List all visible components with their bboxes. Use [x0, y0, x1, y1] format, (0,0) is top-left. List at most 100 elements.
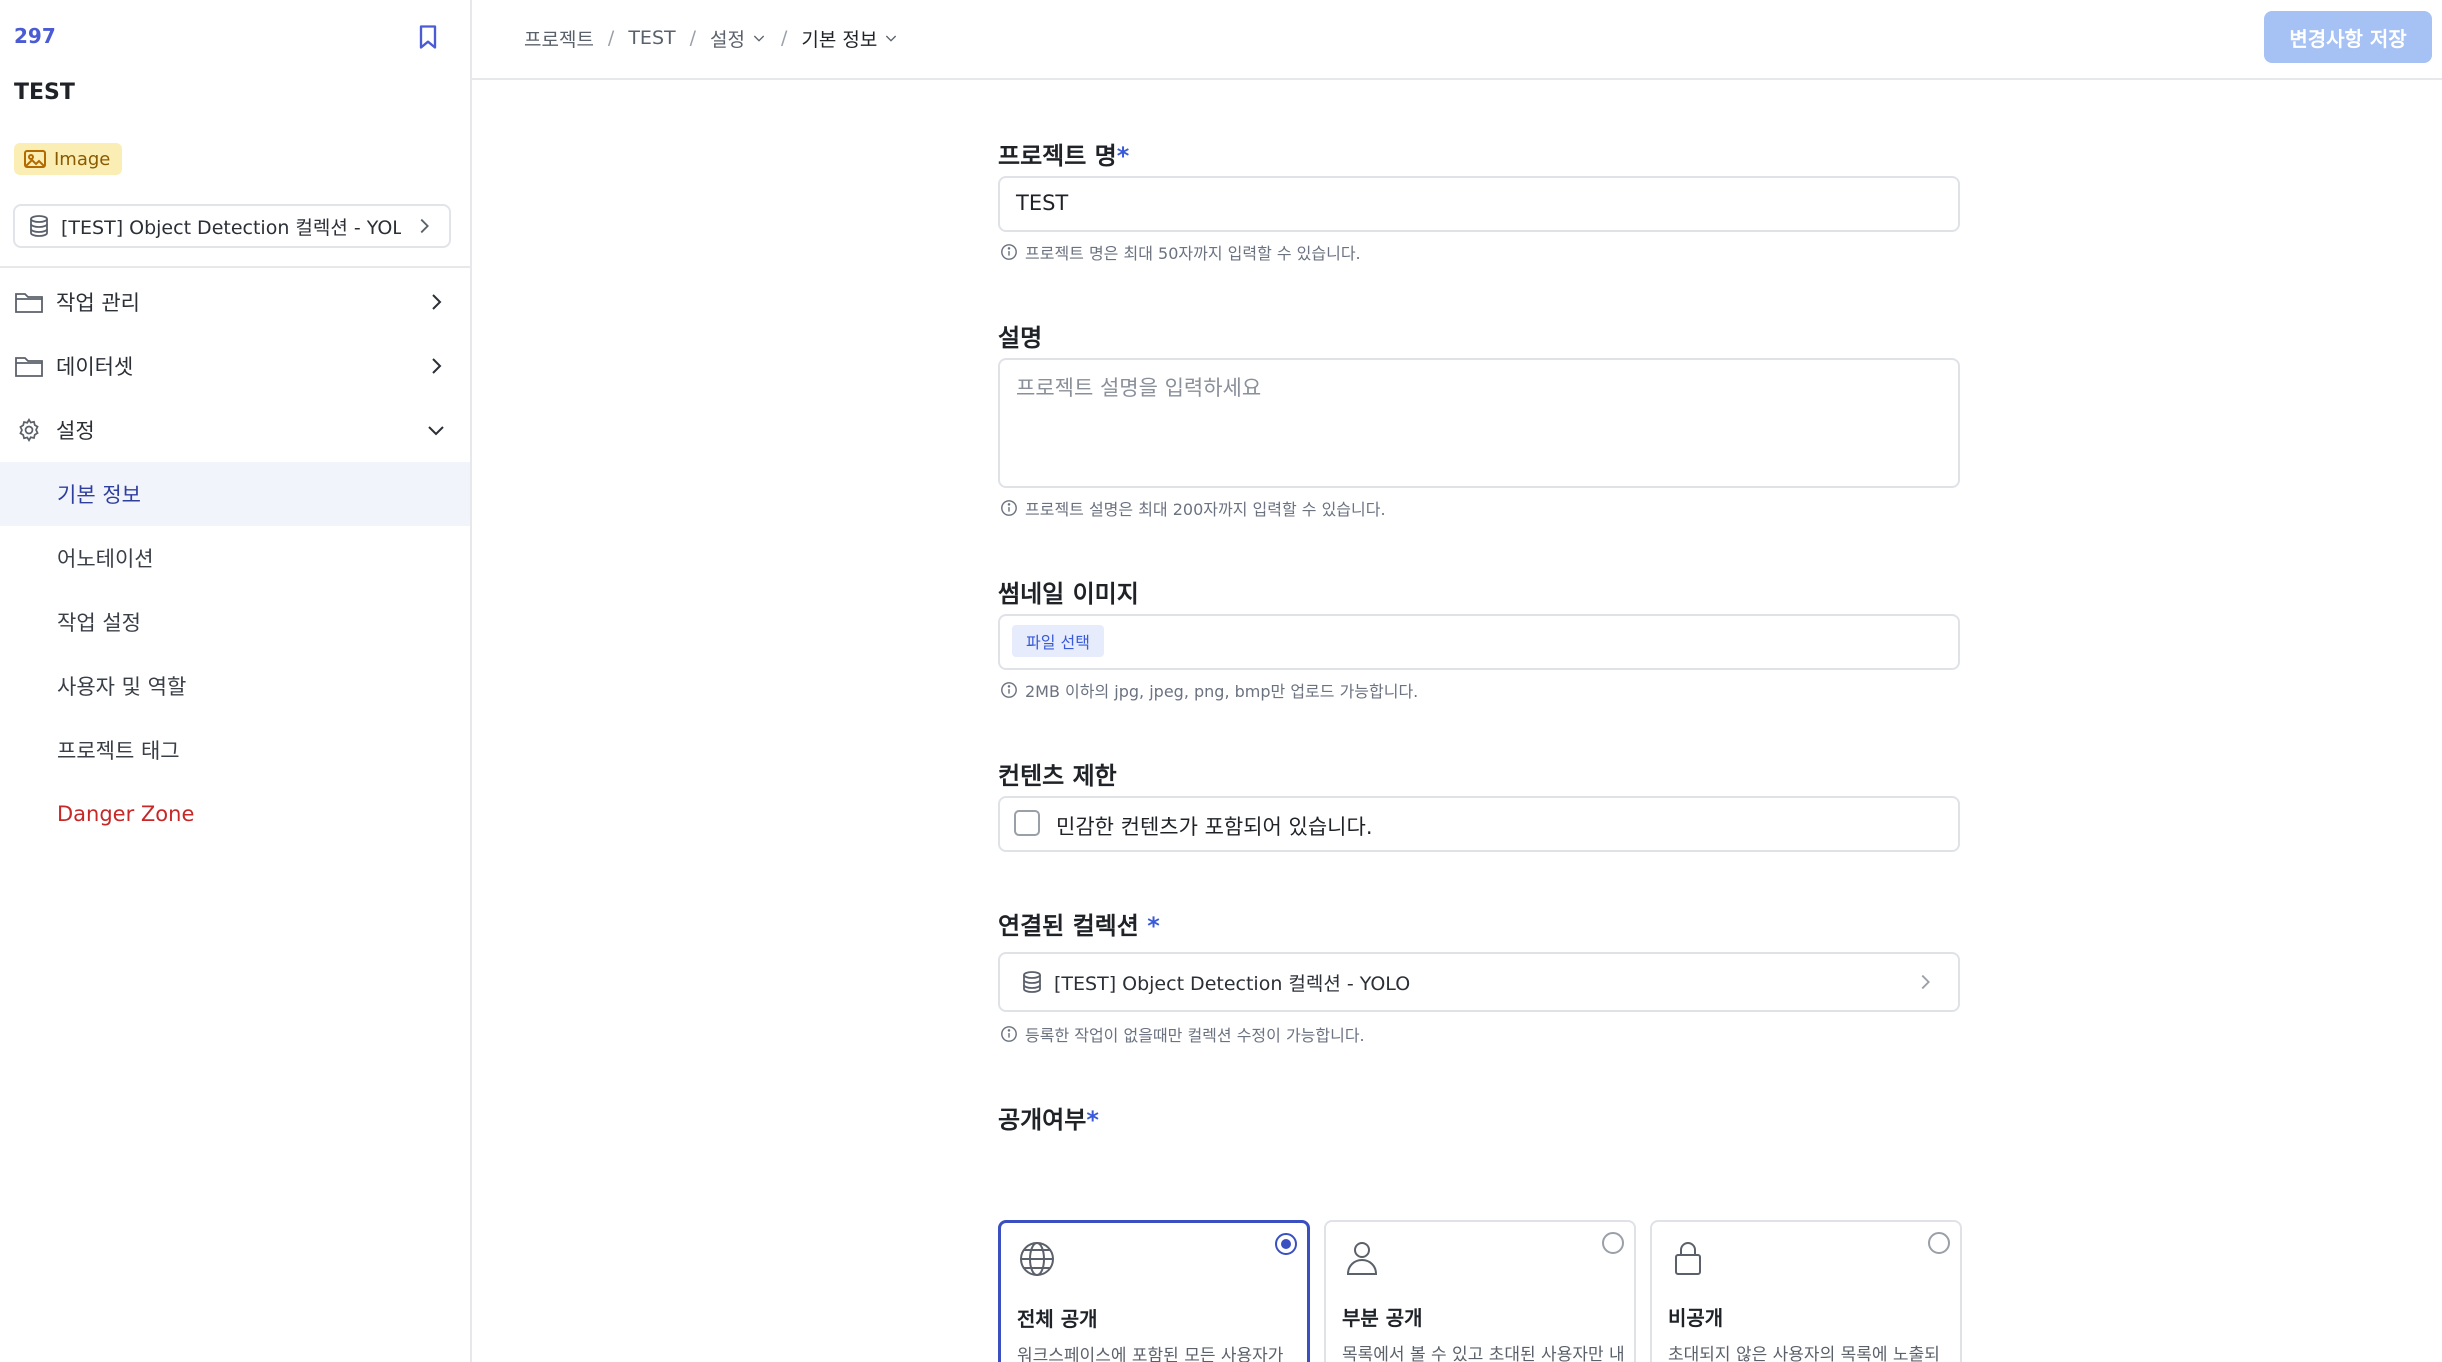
chevron-right-icon	[432, 294, 442, 310]
visibility-radio-private[interactable]	[1928, 1232, 1950, 1254]
breadcrumb-settings[interactable]: 설정	[710, 25, 767, 52]
linked-collection-hint: 등록한 작업이 없을때만 컬렉션 수정이 가능합니다.	[1000, 1022, 1365, 1046]
hint-text: 프로젝트 명은 최대 50자까지 입력할 수 있습니다.	[1025, 244, 1361, 263]
project-name-input[interactable]: TEST	[998, 176, 1960, 232]
visibility-label: 공개여부*	[998, 1100, 1099, 1135]
breadcrumb-basic-info[interactable]: 기본 정보	[801, 25, 899, 52]
sidebar-item-dataset[interactable]: 데이터셋	[0, 334, 470, 398]
visibility-option-private[interactable]: 비공개 초대되지 않은 사용자의 목록에 노출되지 않습니다.	[1650, 1220, 1962, 1362]
chevron-right-icon	[432, 358, 442, 374]
folder-icon	[15, 357, 43, 377]
chevron-down-icon	[886, 35, 897, 42]
image-icon	[24, 150, 46, 168]
database-icon	[1023, 971, 1041, 993]
visibility-option-partial[interactable]: 부분 공개 목록에서 볼 수 있고 초대된 사용자만 내용을 볼 수 있습니다.	[1324, 1220, 1636, 1362]
gear-icon	[19, 418, 39, 442]
sidebar-item-label: 설정	[56, 419, 95, 443]
sidebar-item-label: 작업 관리	[56, 291, 140, 315]
app-root: 297 TEST Image [TEST] Object Detection 컬…	[0, 0, 2442, 1362]
linked-collection-label-text: 연결된 컬렉션	[998, 912, 1139, 940]
sidebar-item-users-roles[interactable]: 사용자 및 역할	[0, 654, 470, 718]
required-mark: *	[1086, 1106, 1099, 1134]
lock-icon	[1675, 1242, 1701, 1275]
visibility-radio-partial[interactable]	[1602, 1232, 1624, 1254]
breadcrumb-label: 기본 정보	[801, 28, 878, 51]
breadcrumb-label: 설정	[710, 28, 745, 51]
visibility-option-public[interactable]: 전체 공개 워크스페이스에 포함된 모든 사용자가 내용을 볼 수 있습니다.	[998, 1220, 1310, 1362]
breadcrumb-project[interactable]: TEST	[628, 27, 675, 49]
breadcrumb-separator: /	[780, 27, 788, 49]
hint-text: 프로젝트 설명은 최대 200자까지 입력할 수 있습니다.	[1025, 500, 1386, 519]
sidebar-item-task-settings[interactable]: 작업 설정	[0, 590, 470, 654]
visibility-option-desc: 워크스페이스에 포함된 모든 사용자가 내용을 볼 수 있습니다.	[1017, 1346, 1284, 1362]
info-icon	[1001, 1026, 1017, 1042]
info-icon	[1001, 682, 1017, 698]
sidebar-item-task-management[interactable]: 작업 관리	[0, 270, 470, 334]
visibility-label-text: 공개여부	[998, 1106, 1087, 1134]
bookmark-icon[interactable]	[414, 22, 442, 52]
visibility-option-title: 부분 공개	[1342, 1306, 1423, 1330]
description-placeholder: 프로젝트 설명을 입력하세요	[1016, 376, 1262, 400]
project-name-label: 프로젝트 명*	[998, 136, 1129, 171]
sidebar-item-basic-info[interactable]: 기본 정보	[0, 462, 470, 526]
sidebar-item-project-tags[interactable]: 프로젝트 태그	[0, 718, 470, 782]
sidebar-collection-name: [TEST] Object Detection 컬렉션 - YOLO	[61, 216, 401, 239]
sidebar: 297 TEST Image [TEST] Object Detection 컬…	[0, 0, 472, 1362]
sidebar-item-annotation[interactable]: 어노테이션	[0, 526, 470, 590]
required-mark: *	[1116, 142, 1130, 170]
visibility-option-title: 비공개	[1668, 1306, 1724, 1330]
project-type-badge: Image	[14, 143, 123, 175]
linked-collection-label: 연결된 컬렉션 *	[998, 906, 1160, 941]
breadcrumb-separator: /	[607, 27, 615, 49]
project-type-label: Image	[54, 148, 111, 170]
chevron-down-icon	[428, 426, 444, 436]
linked-collection-row: [TEST] Object Detection 컬렉션 - YOLO	[1000, 954, 1958, 1010]
top-header: 프로젝트 / TEST / 설정 / 기본 정보 변경사항 저장	[472, 0, 2442, 80]
required-mark: *	[1147, 912, 1160, 940]
save-changes-button[interactable]: 변경사항 저장	[2264, 11, 2432, 63]
info-icon	[1001, 500, 1017, 516]
sidebar-collection-link[interactable]: [TEST] Object Detection 컬렉션 - YOLO	[13, 204, 451, 248]
breadcrumb-separator: /	[689, 27, 697, 49]
sidebar-nav: 작업 관리 데이터셋 설정 기본 정보 어노테이션 작업 설정 사용자 및 역할…	[0, 270, 470, 846]
description-hint: 프로젝트 설명은 최대 200자까지 입력할 수 있습니다.	[1000, 496, 1386, 520]
project-name-hint: 프로젝트 명은 최대 50자까지 입력할 수 있습니다.	[1000, 240, 1361, 264]
hint-text: 등록한 작업이 없을때만 컬렉션 수정이 가능합니다.	[1025, 1026, 1365, 1045]
project-name-value: TEST	[1016, 191, 1069, 215]
info-icon	[1001, 244, 1017, 260]
linked-collection-select[interactable]: [TEST] Object Detection 컬렉션 - YOLO	[998, 952, 1960, 1012]
thumbnail-hint: 2MB 이하의 jpg, jpeg, png, bmp만 업로드 가능합니다.	[1000, 678, 1418, 702]
visibility-option-desc: 목록에서 볼 수 있고 초대된 사용자만 내용을 볼 수 있습니다.	[1342, 1345, 1625, 1362]
chevron-right-icon	[420, 218, 429, 234]
linked-collection-value: [TEST] Object Detection 컬렉션 - YOLO	[1054, 972, 1411, 995]
hint-text: 2MB 이하의 jpg, jpeg, png, bmp만 업로드 가능합니다.	[1025, 682, 1419, 701]
chevron-right-icon	[1921, 974, 1930, 990]
sidebar-item-label: 데이터셋	[56, 355, 134, 379]
sidebar-project-header: 297 TEST Image [TEST] Object Detection 컬…	[0, 0, 470, 268]
breadcrumb-label: TEST	[628, 27, 676, 49]
sidebar-item-settings[interactable]: 설정	[0, 398, 470, 462]
visibility-radio-public[interactable]	[1275, 1233, 1297, 1255]
description-textarea[interactable]: 프로젝트 설명을 입력하세요	[998, 358, 1960, 488]
breadcrumb: 프로젝트 / TEST / 설정 / 기본 정보	[524, 22, 899, 54]
sidebar-item-danger-zone[interactable]: Danger Zone	[0, 782, 470, 846]
globe-icon	[1020, 1242, 1054, 1276]
description-label: 설명	[998, 324, 1043, 352]
thumbnail-label: 썸네일 이미지	[998, 580, 1139, 608]
project-name-label-text: 프로젝트 명	[998, 142, 1117, 170]
sensitive-content-checkbox[interactable]	[1014, 810, 1040, 836]
project-name: TEST	[14, 80, 75, 105]
project-id: 297	[14, 24, 56, 48]
content-restriction-box: 민감한 컨텐츠가 포함되어 있습니다.	[998, 796, 1960, 852]
choose-file-button[interactable]: 파일 선택	[1012, 625, 1104, 657]
chevron-down-icon	[753, 35, 765, 42]
thumbnail-file-input: 파일 선택	[998, 614, 1960, 670]
folder-icon	[15, 293, 43, 313]
database-icon	[30, 215, 48, 237]
breadcrumb-projects[interactable]: 프로젝트	[524, 25, 594, 52]
breadcrumb-label: 프로젝트	[524, 28, 594, 51]
visibility-option-title: 전체 공개	[1017, 1307, 1098, 1331]
sensitive-content-label: 민감한 컨텐츠가 포함되어 있습니다.	[1056, 815, 1373, 839]
content-restriction-label: 컨텐츠 제한	[998, 762, 1117, 790]
visibility-option-desc: 초대되지 않은 사용자의 목록에 노출되지 않습니다.	[1668, 1345, 1940, 1362]
